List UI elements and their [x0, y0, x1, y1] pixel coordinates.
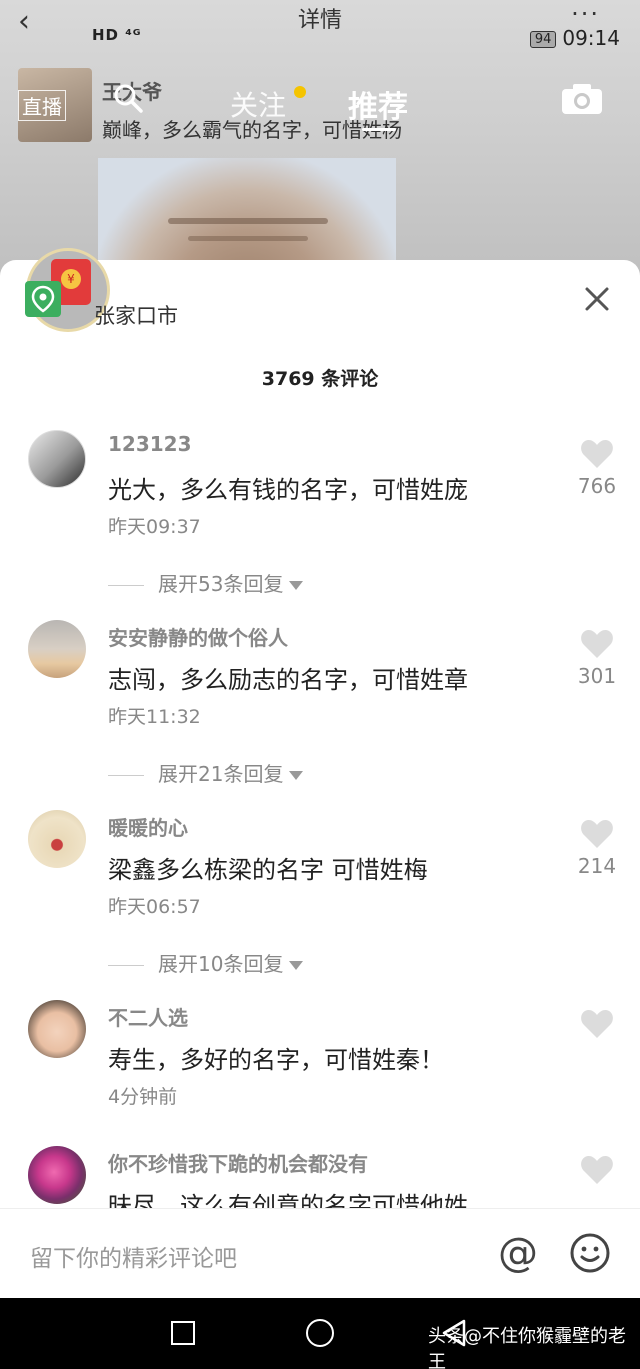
search-icon[interactable] — [112, 82, 144, 114]
network-text: HD ⁴ᴳ — [92, 26, 142, 44]
expand-replies-label: 展开21条回复 — [158, 762, 284, 786]
comment-item[interactable]: 不二人选 寿生，多好的名字，可惜姓秦！ 4分钟前 — [0, 1000, 640, 1120]
more-options-icon[interactable]: ··· — [571, 0, 600, 28]
comment-item[interactable]: 暖暖的心 梁鑫多么栋梁的名字 可惜姓梅 昨天06:57 214 展开10条回复 — [0, 810, 640, 990]
heart-icon[interactable] — [580, 628, 614, 660]
comment-username[interactable]: 暖暖的心 — [108, 812, 188, 841]
triangle-down-icon — [289, 771, 304, 780]
recent-apps-icon[interactable] — [171, 1321, 195, 1345]
heart-icon[interactable] — [580, 1008, 614, 1040]
notification-dot — [294, 86, 306, 98]
heart-icon[interactable] — [580, 818, 614, 850]
camera-icon[interactable] — [560, 82, 604, 116]
comment-input-bar: 留下你的精彩评论吧 @ — [0, 1208, 640, 1298]
comment-text: 寿生，多好的名字，可惜姓秦！ — [108, 1046, 444, 1074]
avatar[interactable] — [28, 430, 86, 488]
comment-username[interactable]: 123123 — [108, 432, 192, 456]
watermark: 头条@不住你猴霾壁的老王 — [428, 1326, 626, 1369]
avatar[interactable] — [28, 1000, 86, 1058]
triangle-down-icon — [289, 581, 304, 590]
comment-time: 4分钟前 — [108, 1086, 178, 1108]
top-nav: 直播 关注 推荐 — [0, 80, 640, 131]
heart-icon[interactable] — [580, 1154, 614, 1186]
close-icon[interactable] — [580, 282, 614, 316]
comment-item[interactable]: 123123 光大，多么有钱的名字，可惜姓庞 昨天09:37 766 展开53条… — [0, 430, 640, 610]
avatar[interactable] — [28, 810, 86, 868]
location-label[interactable]: 张家口市 — [94, 300, 178, 330]
active-tab-indicator — [362, 128, 396, 131]
comment-time: 昨天09:37 — [108, 516, 201, 538]
comment-username[interactable]: 不二人选 — [108, 1002, 188, 1031]
system-nav-bar: 头条@不住你猴霾壁的老王 — [0, 1298, 640, 1369]
red-packet-seal: ¥ — [61, 269, 81, 289]
expand-replies[interactable]: 展开10条回复 — [108, 948, 304, 977]
comment-item[interactable]: 你不珍惜我下跪的机会都没有 昧尽，这么有创意的名字可惜他姓 — [0, 1146, 640, 1208]
avatar[interactable] — [28, 1146, 86, 1204]
expand-replies-label: 展开53条回复 — [158, 572, 284, 596]
home-icon[interactable] — [306, 1319, 334, 1347]
battery-indicator: 94 — [529, 31, 557, 48]
comment-username[interactable]: 安安静静的做个俗人 — [108, 622, 288, 651]
like-count: 766 — [577, 474, 617, 498]
tab-recommend[interactable]: 推荐 — [348, 82, 408, 126]
avatar[interactable] — [28, 620, 86, 678]
comment-count: 3769 条评论 — [261, 368, 379, 390]
like-count: 214 — [577, 854, 617, 878]
tab-follow[interactable]: 关注 — [230, 84, 286, 124]
comment-username[interactable]: 你不珍惜我下跪的机会都没有 — [108, 1148, 368, 1177]
status-right: 94 09:14 — [529, 26, 620, 50]
comment-text: 光大，多么有钱的名字，可惜姓庞 — [108, 476, 468, 504]
status-bar: ‹ 详情 ··· HD ⁴ᴳ 94 09:14 — [0, 0, 640, 56]
network-indicator: HD ⁴ᴳ — [92, 26, 142, 44]
location-pin-icon — [25, 281, 61, 317]
heart-icon[interactable] — [580, 438, 614, 470]
comment-input[interactable]: 留下你的精彩评论吧 — [30, 1239, 237, 1273]
triangle-down-icon — [289, 961, 304, 970]
comment-text: 昧尽，这么有创意的名字可惜他姓 — [108, 1192, 468, 1208]
comment-sheet: ¥ 张家口市 3769 条评论 123123 光大，多么有钱的名字，可惜姓庞 昨… — [0, 248, 640, 1208]
mention-button[interactable]: @ — [498, 1231, 538, 1275]
expand-replies[interactable]: 展开53条回复 — [108, 568, 304, 597]
comment-time: 昨天11:32 — [108, 706, 201, 728]
comment-time: 昨天06:57 — [108, 896, 201, 918]
live-button[interactable]: 直播 — [18, 90, 66, 121]
emoji-icon[interactable] — [568, 1231, 612, 1275]
clock: 09:14 — [562, 26, 620, 50]
expand-replies-label: 展开10条回复 — [158, 952, 284, 976]
comment-text: 志闯，多么励志的名字，可惜姓章 — [108, 666, 468, 694]
like-count: 301 — [577, 664, 617, 688]
comment-item[interactable]: 安安静静的做个俗人 志闯，多么励志的名字，可惜姓章 昨天11:32 301 展开… — [0, 620, 640, 800]
comment-text: 梁鑫多么栋梁的名字 可惜姓梅 — [108, 856, 428, 884]
expand-replies[interactable]: 展开21条回复 — [108, 758, 304, 787]
